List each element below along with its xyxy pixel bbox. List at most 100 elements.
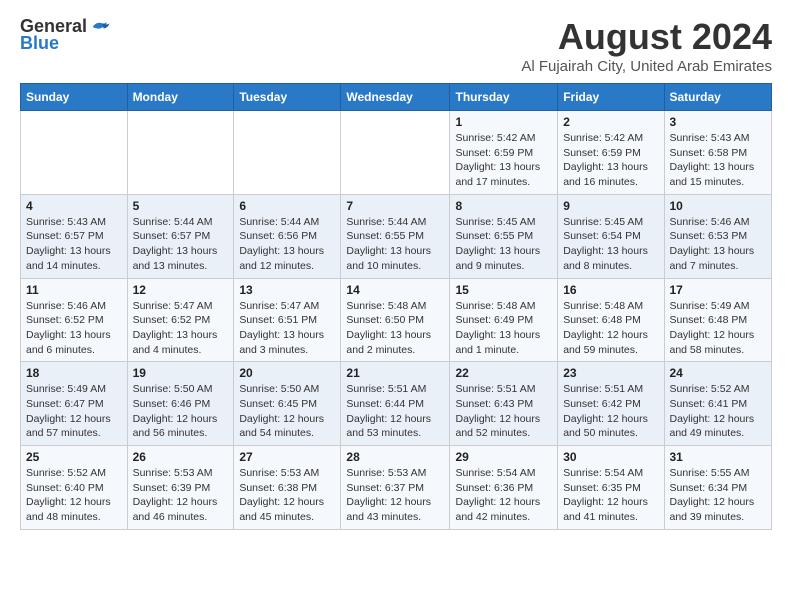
calendar-cell: 27 Sunrise: 5:53 AM Sunset: 6:38 PM Dayli…	[234, 446, 341, 530]
day-number: 5	[133, 199, 229, 213]
calendar-cell: 13 Sunrise: 5:47 AM Sunset: 6:51 PM Dayli…	[234, 278, 341, 362]
day-number: 30	[563, 450, 658, 464]
day-number: 12	[133, 283, 229, 297]
calendar-cell: 4 Sunrise: 5:43 AM Sunset: 6:57 PM Daylig…	[21, 194, 128, 278]
title-section: August 2024 Al Fujairah City, United Ara…	[521, 16, 772, 75]
day-number: 26	[133, 450, 229, 464]
day-detail: Sunrise: 5:46 AM Sunset: 6:52 PM Dayligh…	[26, 299, 122, 358]
day-detail: Sunrise: 5:48 AM Sunset: 6:49 PM Dayligh…	[455, 299, 552, 358]
calendar-cell: 29 Sunrise: 5:54 AM Sunset: 6:36 PM Dayli…	[450, 446, 558, 530]
day-detail: Sunrise: 5:54 AM Sunset: 6:36 PM Dayligh…	[455, 466, 552, 525]
day-detail: Sunrise: 5:45 AM Sunset: 6:55 PM Dayligh…	[455, 215, 552, 274]
day-detail: Sunrise: 5:53 AM Sunset: 6:37 PM Dayligh…	[346, 466, 444, 525]
day-detail: Sunrise: 5:47 AM Sunset: 6:52 PM Dayligh…	[133, 299, 229, 358]
calendar-cell: 25 Sunrise: 5:52 AM Sunset: 6:40 PM Dayli…	[21, 446, 128, 530]
weekday-header-sunday: Sunday	[21, 84, 128, 111]
day-number: 21	[346, 366, 444, 380]
day-number: 31	[670, 450, 767, 464]
calendar-title: August 2024	[521, 16, 772, 58]
day-detail: Sunrise: 5:43 AM Sunset: 6:58 PM Dayligh…	[670, 131, 767, 190]
day-detail: Sunrise: 5:42 AM Sunset: 6:59 PM Dayligh…	[455, 131, 552, 190]
weekday-header-monday: Monday	[127, 84, 234, 111]
day-detail: Sunrise: 5:53 AM Sunset: 6:38 PM Dayligh…	[239, 466, 335, 525]
calendar-cell: 10 Sunrise: 5:46 AM Sunset: 6:53 PM Dayli…	[664, 194, 772, 278]
day-detail: Sunrise: 5:48 AM Sunset: 6:50 PM Dayligh…	[346, 299, 444, 358]
calendar-subtitle: Al Fujairah City, United Arab Emirates	[521, 58, 772, 75]
day-detail: Sunrise: 5:43 AM Sunset: 6:57 PM Dayligh…	[26, 215, 122, 274]
weekday-header-wednesday: Wednesday	[341, 84, 450, 111]
day-number: 15	[455, 283, 552, 297]
day-number: 3	[670, 115, 767, 129]
weekday-header-tuesday: Tuesday	[234, 84, 341, 111]
day-number: 16	[563, 283, 658, 297]
day-number: 2	[563, 115, 658, 129]
calendar-cell	[21, 111, 128, 195]
calendar-cell: 12 Sunrise: 5:47 AM Sunset: 6:52 PM Dayli…	[127, 278, 234, 362]
weekday-header-thursday: Thursday	[450, 84, 558, 111]
calendar-week-row: 25 Sunrise: 5:52 AM Sunset: 6:40 PM Dayli…	[21, 446, 772, 530]
calendar-body: 1 Sunrise: 5:42 AM Sunset: 6:59 PM Daylig…	[21, 111, 772, 530]
calendar-cell: 8 Sunrise: 5:45 AM Sunset: 6:55 PM Daylig…	[450, 194, 558, 278]
calendar-cell: 1 Sunrise: 5:42 AM Sunset: 6:59 PM Daylig…	[450, 111, 558, 195]
calendar-week-row: 4 Sunrise: 5:43 AM Sunset: 6:57 PM Daylig…	[21, 194, 772, 278]
calendar-cell: 16Sunrise: 5:48 AM Sunset: 6:48 PM Dayli…	[558, 278, 664, 362]
day-detail: Sunrise: 5:42 AM Sunset: 6:59 PM Dayligh…	[563, 131, 658, 190]
day-detail: Sunrise: 5:44 AM Sunset: 6:57 PM Dayligh…	[133, 215, 229, 274]
day-number: 1	[455, 115, 552, 129]
logo: General Blue	[20, 16, 111, 54]
day-number: 7	[346, 199, 444, 213]
day-detail: Sunrise: 5:50 AM Sunset: 6:46 PM Dayligh…	[133, 382, 229, 441]
logo-bird-icon	[89, 19, 111, 35]
day-number: 9	[563, 199, 658, 213]
day-number: 11	[26, 283, 122, 297]
page-header: General Blue August 2024 Al Fujairah Cit…	[20, 16, 772, 75]
day-number: 19	[133, 366, 229, 380]
calendar-cell: 28Sunrise: 5:53 AM Sunset: 6:37 PM Dayli…	[341, 446, 450, 530]
calendar-cell: 14Sunrise: 5:48 AM Sunset: 6:50 PM Dayli…	[341, 278, 450, 362]
day-number: 18	[26, 366, 122, 380]
calendar-cell: 22 Sunrise: 5:51 AM Sunset: 6:43 PM Dayli…	[450, 362, 558, 446]
calendar-table: SundayMondayTuesdayWednesdayThursdayFrid…	[20, 83, 772, 530]
calendar-cell: 15 Sunrise: 5:48 AM Sunset: 6:49 PM Dayli…	[450, 278, 558, 362]
day-number: 24	[670, 366, 767, 380]
day-detail: Sunrise: 5:51 AM Sunset: 6:42 PM Dayligh…	[563, 382, 658, 441]
calendar-week-row: 11 Sunrise: 5:46 AM Sunset: 6:52 PM Dayli…	[21, 278, 772, 362]
calendar-cell: 19 Sunrise: 5:50 AM Sunset: 6:46 PM Dayli…	[127, 362, 234, 446]
day-detail: Sunrise: 5:49 AM Sunset: 6:48 PM Dayligh…	[670, 299, 767, 358]
day-detail: Sunrise: 5:51 AM Sunset: 6:44 PM Dayligh…	[346, 382, 444, 441]
calendar-cell: 18Sunrise: 5:49 AM Sunset: 6:47 PM Dayli…	[21, 362, 128, 446]
logo-blue: Blue	[20, 33, 59, 54]
day-number: 8	[455, 199, 552, 213]
calendar-cell: 5 Sunrise: 5:44 AM Sunset: 6:57 PM Daylig…	[127, 194, 234, 278]
day-number: 29	[455, 450, 552, 464]
calendar-cell: 20Sunrise: 5:50 AM Sunset: 6:45 PM Dayli…	[234, 362, 341, 446]
day-detail: Sunrise: 5:44 AM Sunset: 6:55 PM Dayligh…	[346, 215, 444, 274]
day-number: 27	[239, 450, 335, 464]
calendar-cell: 3 Sunrise: 5:43 AM Sunset: 6:58 PM Daylig…	[664, 111, 772, 195]
day-number: 4	[26, 199, 122, 213]
calendar-cell: 7 Sunrise: 5:44 AM Sunset: 6:55 PM Daylig…	[341, 194, 450, 278]
calendar-cell	[127, 111, 234, 195]
weekday-header-saturday: Saturday	[664, 84, 772, 111]
calendar-cell: 2 Sunrise: 5:42 AM Sunset: 6:59 PM Daylig…	[558, 111, 664, 195]
day-detail: Sunrise: 5:52 AM Sunset: 6:40 PM Dayligh…	[26, 466, 122, 525]
day-number: 25	[26, 450, 122, 464]
calendar-cell: 26 Sunrise: 5:53 AM Sunset: 6:39 PM Dayli…	[127, 446, 234, 530]
day-detail: Sunrise: 5:46 AM Sunset: 6:53 PM Dayligh…	[670, 215, 767, 274]
weekday-header-row: SundayMondayTuesdayWednesdayThursdayFrid…	[21, 84, 772, 111]
calendar-cell: 21 Sunrise: 5:51 AM Sunset: 6:44 PM Dayli…	[341, 362, 450, 446]
calendar-cell: 6Sunrise: 5:44 AM Sunset: 6:56 PM Daylig…	[234, 194, 341, 278]
day-detail: Sunrise: 5:51 AM Sunset: 6:43 PM Dayligh…	[455, 382, 552, 441]
day-number: 13	[239, 283, 335, 297]
day-detail: Sunrise: 5:52 AM Sunset: 6:41 PM Dayligh…	[670, 382, 767, 441]
day-detail: Sunrise: 5:53 AM Sunset: 6:39 PM Dayligh…	[133, 466, 229, 525]
day-number: 10	[670, 199, 767, 213]
day-number: 22	[455, 366, 552, 380]
day-detail: Sunrise: 5:47 AM Sunset: 6:51 PM Dayligh…	[239, 299, 335, 358]
day-number: 20	[239, 366, 335, 380]
calendar-cell: 23 Sunrise: 5:51 AM Sunset: 6:42 PM Dayli…	[558, 362, 664, 446]
calendar-week-row: 1 Sunrise: 5:42 AM Sunset: 6:59 PM Daylig…	[21, 111, 772, 195]
calendar-cell: 24 Sunrise: 5:52 AM Sunset: 6:41 PM Dayli…	[664, 362, 772, 446]
day-number: 23	[563, 366, 658, 380]
calendar-cell: 17Sunrise: 5:49 AM Sunset: 6:48 PM Dayli…	[664, 278, 772, 362]
